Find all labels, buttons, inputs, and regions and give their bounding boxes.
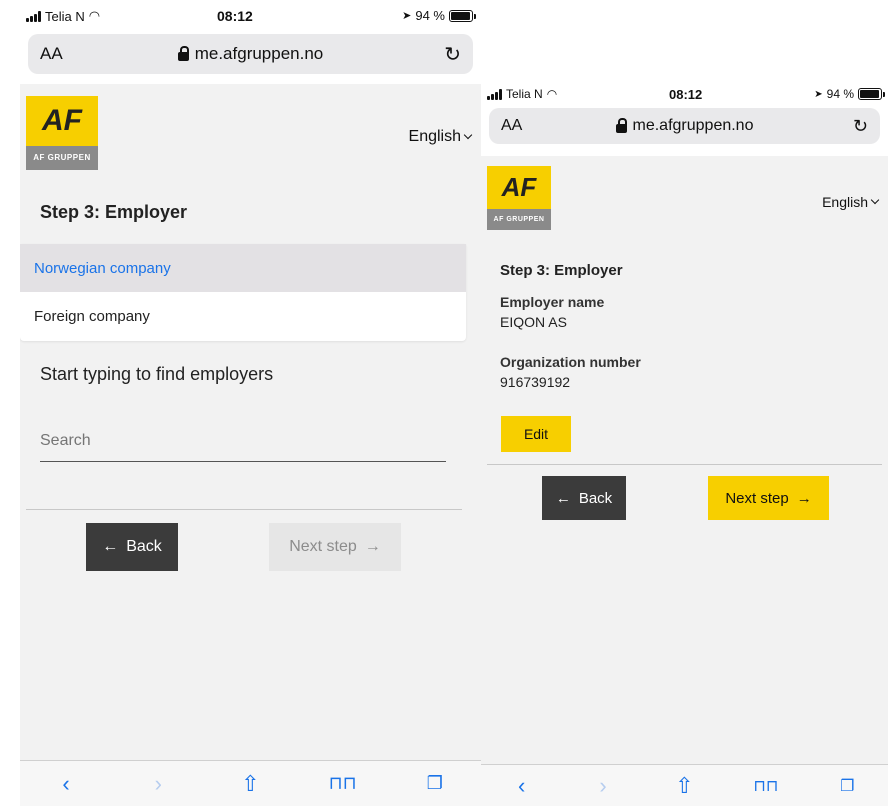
tabs-icon[interactable]: ❐ <box>422 771 448 797</box>
next-step-button[interactable]: Next step → <box>708 476 829 520</box>
battery-icon <box>858 88 885 100</box>
forward-nav-icon[interactable]: › <box>145 771 171 797</box>
back-button[interactable]: ← Back <box>542 476 626 520</box>
back-nav-icon[interactable]: ‹ <box>509 773 535 799</box>
text-size-button[interactable]: AA <box>40 44 63 64</box>
signal-icon <box>26 10 41 22</box>
address-bar[interactable]: AA me.afgruppen.no ↻ <box>28 34 473 74</box>
page-title: Step 3: Employer <box>40 202 188 222</box>
logo-mark: AF <box>487 166 551 209</box>
text-size-button[interactable]: AA <box>501 117 522 135</box>
url-text: me.afgruppen.no <box>194 44 324 63</box>
forward-nav-icon[interactable]: › <box>590 773 616 799</box>
employer-name-value: EIQON AS <box>500 314 567 330</box>
phone-screen-employer-selected: Telia N ◠ 08:12 ➤ 94 % AA me.afgruppen.n… <box>481 82 888 806</box>
clock: 08:12 <box>669 87 703 102</box>
divider <box>26 509 462 510</box>
logo-caption: AF GRUPPEN <box>33 153 91 162</box>
search-heading: Start typing to find employers <box>40 364 274 384</box>
org-number-value: 916739192 <box>500 374 571 390</box>
clock: 08:12 <box>217 8 253 24</box>
lock-icon <box>177 45 189 61</box>
employer-search-input[interactable] <box>40 420 446 462</box>
edit-button[interactable]: Edit <box>501 416 571 452</box>
battery-status: ➤ 94 % <box>402 8 476 23</box>
status-bar: Telia N ◠ 08:12 ➤ 94 % <box>481 82 888 106</box>
browser-toolbar: ‹ › ⇧ ⊓⊓ ❐ <box>20 760 481 806</box>
af-gruppen-logo: AF AF GRUPPEN <box>487 166 551 230</box>
back-nav-icon[interactable]: ‹ <box>53 771 79 797</box>
battery-icon <box>449 9 476 22</box>
chevron-down-icon <box>870 195 880 205</box>
org-number-label: Organization number <box>500 354 641 370</box>
logo-caption: AF GRUPPEN <box>493 216 545 223</box>
bookmarks-icon[interactable]: ⊓⊓ <box>753 773 779 799</box>
language-selector[interactable]: English <box>408 128 473 146</box>
browser-toolbar: ‹ › ⇧ ⊓⊓ ❐ <box>481 764 888 806</box>
tabs-icon[interactable]: ❐ <box>834 773 860 799</box>
location-icon: ➤ <box>814 88 823 100</box>
battery-percent: 94 % <box>826 87 854 101</box>
address-bar[interactable]: AA me.afgruppen.no ↻ <box>489 108 880 144</box>
arrow-right-icon: → <box>364 538 381 555</box>
next-step-button[interactable]: Next step → <box>269 523 401 571</box>
phone-screen-employer-search: Telia N ◠ 08:12 ➤ 94 % AA me.afgruppen.n… <box>20 0 481 806</box>
carrier-label: Telia N <box>45 8 85 24</box>
browser-chrome: AA me.afgruppen.no ↻ <box>20 30 481 84</box>
logo-mark: AF <box>26 96 98 146</box>
share-icon[interactable]: ⇧ <box>671 773 697 799</box>
lock-icon <box>615 117 627 133</box>
page-title: Step 3: Employer <box>500 262 623 279</box>
url-host: me.afgruppen.no <box>615 117 754 135</box>
tab-foreign-company[interactable]: Foreign company <box>20 292 466 341</box>
af-gruppen-logo: AF AF GRUPPEN <box>26 96 98 170</box>
wifi-icon: ◠ <box>88 8 101 23</box>
employer-name-label: Employer name <box>500 294 605 310</box>
reload-icon[interactable]: ↻ <box>853 116 868 137</box>
back-label: Back <box>126 538 162 555</box>
next-label: Next step <box>289 538 357 555</box>
share-icon[interactable]: ⇧ <box>237 771 263 797</box>
back-label: Back <box>578 489 613 507</box>
chevron-down-icon <box>463 130 473 140</box>
next-label: Next step <box>725 489 789 507</box>
reload-icon[interactable]: ↻ <box>444 42 461 67</box>
language-label: English <box>408 128 461 145</box>
status-bar: Telia N ◠ 08:12 ➤ 94 % <box>20 0 481 30</box>
bookmarks-icon[interactable]: ⊓⊓ <box>329 771 357 797</box>
carrier-label: Telia N <box>506 87 543 101</box>
language-selector[interactable]: English <box>822 194 880 210</box>
carrier: Telia N ◠ <box>487 87 557 101</box>
arrow-right-icon: → <box>796 489 812 507</box>
url-host: me.afgruppen.no <box>177 44 324 64</box>
back-button[interactable]: ← Back <box>86 523 178 571</box>
language-label: English <box>822 194 868 210</box>
company-type-tabs: Norwegian company Foreign company <box>20 244 466 341</box>
arrow-left-icon: ← <box>102 538 119 555</box>
wifi-icon: ◠ <box>546 87 558 101</box>
divider <box>487 464 882 465</box>
tab-norwegian-company[interactable]: Norwegian company <box>20 244 466 292</box>
location-icon: ➤ <box>402 10 412 22</box>
browser-chrome: AA me.afgruppen.no ↻ <box>481 106 888 156</box>
url-text: me.afgruppen.no <box>632 117 754 134</box>
battery-percent: 94 % <box>415 8 445 23</box>
carrier: Telia N ◠ <box>26 8 100 24</box>
signal-icon <box>487 88 502 100</box>
arrow-left-icon: ← <box>555 489 571 507</box>
battery-status: ➤ 94 % <box>814 87 885 101</box>
